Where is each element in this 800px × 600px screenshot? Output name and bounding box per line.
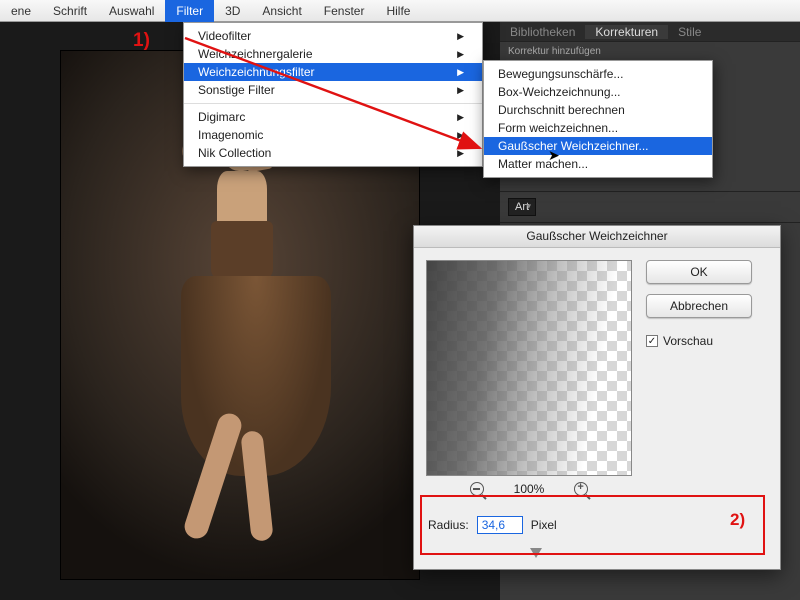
zoom-level: 100% bbox=[514, 482, 545, 496]
blur-preview[interactable] bbox=[426, 260, 632, 476]
subitem-box-weichzeichnung[interactable]: Box-Weichzeichnung... bbox=[484, 83, 712, 101]
subitem-bewegungsunschaerfe[interactable]: Bewegungsunschärfe... bbox=[484, 65, 712, 83]
menubar: ene Schrift Auswahl Filter 3D Ansicht Fe… bbox=[0, 0, 800, 22]
annotation-step-1: 1) bbox=[133, 30, 150, 52]
chevron-right-icon: ▶ bbox=[457, 49, 464, 60]
menuitem-sonstige-filter[interactable]: Sonstige Filter▶ bbox=[184, 81, 482, 99]
menuitem-digimarc[interactable]: Digimarc▶ bbox=[184, 108, 482, 126]
gaussian-blur-dialog: Gaußscher Weichzeichner 100% OK Abbreche… bbox=[413, 225, 781, 570]
radius-unit: Pixel bbox=[531, 518, 557, 532]
menuitem-nik-collection[interactable]: Nik Collection▶ bbox=[184, 144, 482, 162]
menuitem-weichzeichnungsfilter[interactable]: Weichzeichnungsfilter▶ bbox=[184, 63, 482, 81]
zoom-in-icon[interactable] bbox=[574, 482, 588, 496]
chevron-right-icon: ▶ bbox=[457, 112, 464, 123]
chevron-right-icon: ▶ bbox=[457, 130, 464, 141]
tab-bibliotheken[interactable]: Bibliotheken bbox=[500, 25, 585, 39]
filter-menu: Videofilter▶ Weichzeichnergalerie▶ Weich… bbox=[183, 22, 483, 167]
radius-input[interactable]: 34,6 bbox=[477, 516, 523, 534]
add-adjustment-label: Korrektur hinzufügen bbox=[500, 42, 800, 61]
subitem-gaussscher-weichzeichner[interactable]: Gaußscher Weichzeichner... bbox=[484, 137, 712, 155]
subitem-matter-machen[interactable]: Matter machen... bbox=[484, 155, 712, 173]
style-select[interactable]: Art bbox=[508, 198, 536, 216]
menuitem-videofilter[interactable]: Videofilter▶ bbox=[184, 27, 482, 45]
menuitem-weichzeichnergalerie[interactable]: Weichzeichnergalerie▶ bbox=[184, 45, 482, 63]
layer-options-row: Art bbox=[500, 191, 800, 222]
menu-3d[interactable]: 3D bbox=[214, 0, 251, 22]
chevron-right-icon: ▶ bbox=[457, 67, 464, 78]
radius-slider[interactable] bbox=[430, 546, 764, 562]
blur-submenu: Bewegungsunschärfe... Box-Weichzeichnung… bbox=[483, 60, 713, 178]
panel-tabs: Bibliotheken Korrekturen Stile bbox=[500, 22, 800, 42]
cancel-button[interactable]: Abbrechen bbox=[646, 294, 752, 318]
annotation-step-2: 2) bbox=[730, 510, 745, 530]
check-icon: ✓ bbox=[646, 335, 658, 347]
chevron-right-icon: ▶ bbox=[457, 31, 464, 42]
tab-korrekturen[interactable]: Korrekturen bbox=[585, 25, 668, 39]
radius-label: Radius: bbox=[428, 518, 469, 532]
chevron-right-icon: ▶ bbox=[457, 148, 464, 159]
menu-schrift[interactable]: Schrift bbox=[42, 0, 98, 22]
menu-ansicht[interactable]: Ansicht bbox=[251, 0, 312, 22]
ok-button[interactable]: OK bbox=[646, 260, 752, 284]
menu-filter[interactable]: Filter bbox=[165, 0, 214, 22]
subitem-form-weichzeichnen[interactable]: Form weichzeichnen... bbox=[484, 119, 712, 137]
subitem-durchschnitt[interactable]: Durchschnitt berechnen bbox=[484, 101, 712, 119]
chevron-right-icon: ▶ bbox=[457, 85, 464, 96]
menu-separator bbox=[184, 103, 482, 104]
menu-fenster[interactable]: Fenster bbox=[313, 0, 376, 22]
zoom-out-icon[interactable] bbox=[470, 482, 484, 496]
menuitem-imagenomic[interactable]: Imagenomic▶ bbox=[184, 126, 482, 144]
slider-thumb-icon[interactable] bbox=[530, 548, 542, 558]
menu-auswahl[interactable]: Auswahl bbox=[98, 0, 165, 22]
menu-hilfe[interactable]: Hilfe bbox=[375, 0, 421, 22]
preview-checkbox[interactable]: ✓ Vorschau bbox=[646, 334, 752, 348]
tab-stile[interactable]: Stile bbox=[668, 25, 711, 39]
menu-ebene[interactable]: ene bbox=[0, 0, 42, 22]
dialog-title: Gaußscher Weichzeichner bbox=[414, 226, 780, 248]
